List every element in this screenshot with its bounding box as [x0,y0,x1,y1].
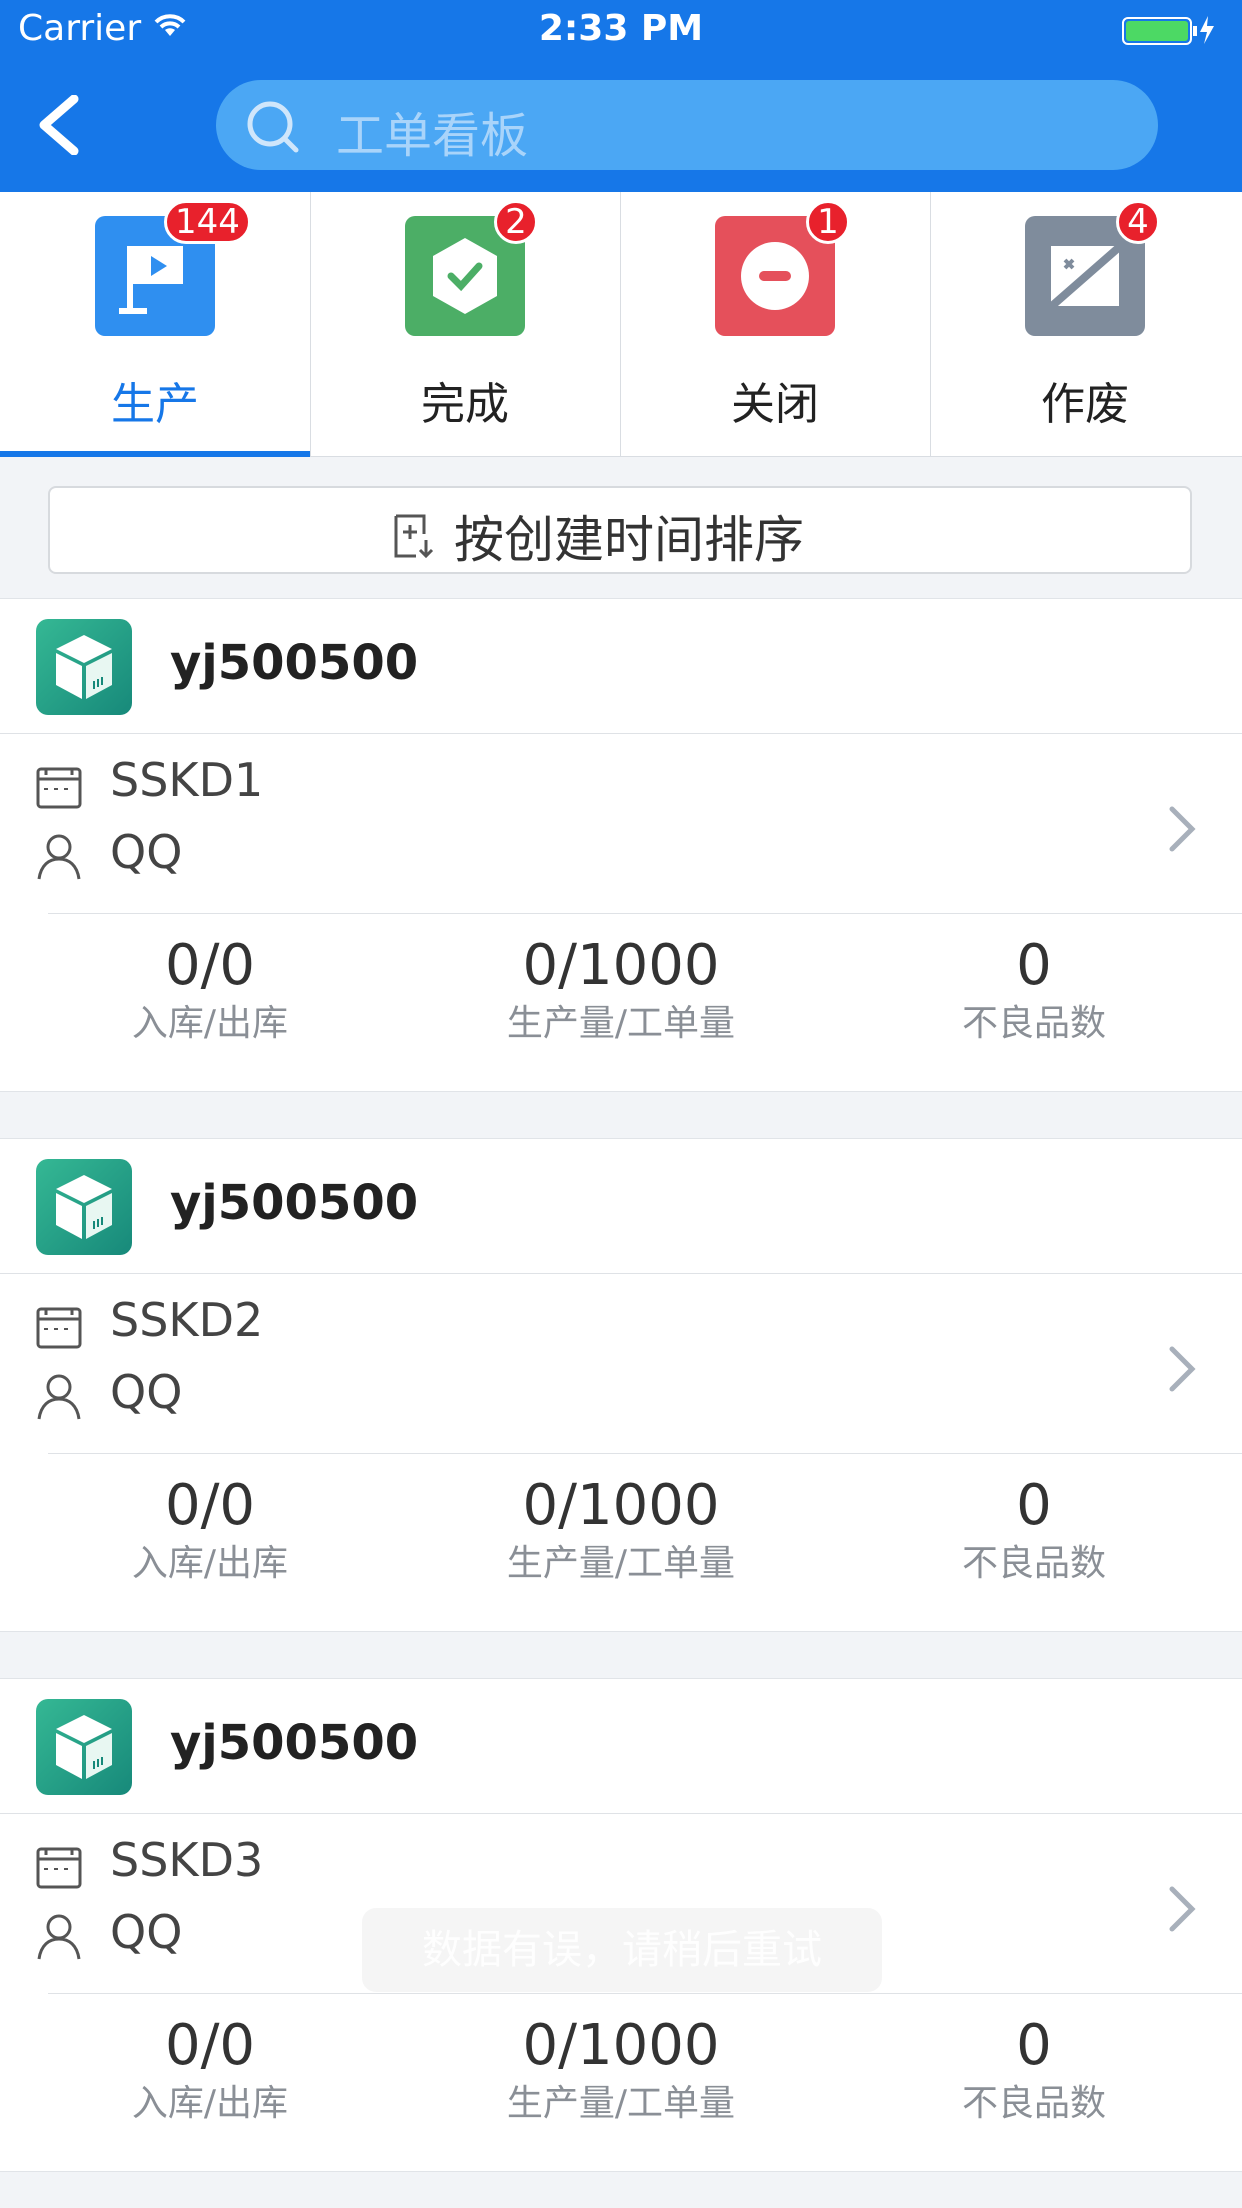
tab-label: 作废 [1041,379,1129,430]
chevron-right-icon[interactable] [1168,1345,1198,1397]
stat-in-out: 0/0 入库/出库 [0,921,420,1047]
order-user: QQ [110,1365,183,1419]
stat-value: 0/0 [164,1473,256,1538]
stat-value: 0 [1016,1473,1052,1538]
stat-label: 不良品数 [961,2083,1106,2124]
order-info[interactable]: SSKD2 QQ [0,1273,1242,1453]
tab-completed[interactable]: 2 完成 [310,192,621,456]
order-info[interactable]: SSKD1 QQ [0,733,1242,913]
product-name: yj500500 [170,1715,419,1771]
sort-doc-icon [390,512,438,564]
stat-label: 生产量/工单量 [506,2083,736,2124]
divider [48,1993,1242,1994]
stat-label: 不良品数 [961,1543,1106,1584]
product-box-icon [36,1159,132,1255]
stat-production: 0/1000 生产量/工单量 [411,1461,831,1587]
clock: 2:33 PM [538,8,704,49]
stat-value: 0 [1016,933,1052,998]
stat-defects: 0 不良品数 [824,2001,1242,2127]
tab-void[interactable]: 4 作废 [930,192,1240,456]
product-box-icon [36,1699,132,1795]
tab-badge: 2 [494,200,538,244]
error-toast: 数据有误，请稍后重试 [362,1908,882,1992]
order-card-header: yj500500 [0,1679,1242,1814]
calendar-icon [36,765,82,813]
stat-defects: 0 不良品数 [824,1461,1242,1587]
order-user: QQ [110,825,183,879]
sort-button[interactable]: 按创建时间排序 [48,486,1192,574]
chevron-right-icon[interactable] [1168,1885,1198,1937]
product-box-icon [36,619,132,715]
search-input[interactable]: 工单看板 [216,80,1158,170]
stat-value: 0/0 [164,2013,256,2078]
order-user: QQ [110,1905,183,1959]
user-icon [36,833,82,885]
order-card-header: yj500500 [0,599,1242,734]
stat-in-out: 0/0 入库/出库 [0,2001,420,2127]
chevron-right-icon[interactable] [1168,805,1198,857]
order-number: SSKD2 [110,1293,264,1347]
tab-badge: 4 [1116,200,1160,244]
stat-label: 不良品数 [961,1003,1106,1044]
stat-value: 0 [1016,2013,1052,2078]
stat-value: 0/1000 [522,1473,720,1538]
tab-label: 关闭 [731,379,819,430]
product-name: yj500500 [170,635,419,691]
user-icon [36,1913,82,1965]
user-icon [36,1373,82,1425]
tab-badge: 144 [164,200,251,244]
tab-label: 完成 [421,379,509,430]
product-name: yj500500 [170,1175,419,1231]
divider [48,913,1242,914]
sort-label: 按创建时间排序 [454,511,804,569]
sort-bar: 按创建时间排序 [0,458,1242,598]
tab-production[interactable]: 144 生产 [0,192,311,457]
stat-label: 入库/出库 [131,1543,289,1584]
top-bar: Carrier 2:33 PM 工单看板 [0,0,1242,192]
search-icon [246,100,302,160]
stat-label: 入库/出库 [131,1003,289,1044]
status-bar: Carrier 2:33 PM [0,0,1242,62]
divider [48,1453,1242,1454]
stat-label: 生产量/工单量 [506,1543,736,1584]
status-tabs: 144 生产 2 完成 1 关闭 4 作废 [0,192,1242,457]
order-card[interactable]: yj500500 SSKD2 QQ 0/0 入库/出库 0/1000 生产量/工… [0,1138,1242,1632]
stat-value: 0/0 [164,933,256,998]
search-placeholder: 工单看板 [336,108,529,164]
calendar-icon [36,1305,82,1353]
order-number: SSKD1 [110,753,264,807]
stat-production: 0/1000 生产量/工单量 [411,2001,831,2127]
stat-in-out: 0/0 入库/出库 [0,1461,420,1587]
stat-label: 生产量/工单量 [506,1003,736,1044]
stat-value: 0/1000 [522,933,720,998]
tab-closed[interactable]: 1 关闭 [620,192,931,456]
battery-icon [1122,14,1222,50]
stat-defects: 0 不良品数 [824,921,1242,1047]
calendar-icon [36,1845,82,1893]
order-card[interactable]: yj500500 SSKD1 QQ 0/0 入库/出库 0/1000 生产量/工… [0,598,1242,1092]
stat-label: 入库/出库 [131,2083,289,2124]
tab-badge: 1 [806,200,850,244]
stat-production: 0/1000 生产量/工单量 [411,921,831,1047]
tab-label: 生产 [111,379,199,430]
stat-value: 0/1000 [522,2013,720,2078]
order-card-header: yj500500 [0,1139,1242,1274]
back-icon[interactable] [34,94,86,156]
order-number: SSKD3 [110,1833,264,1887]
